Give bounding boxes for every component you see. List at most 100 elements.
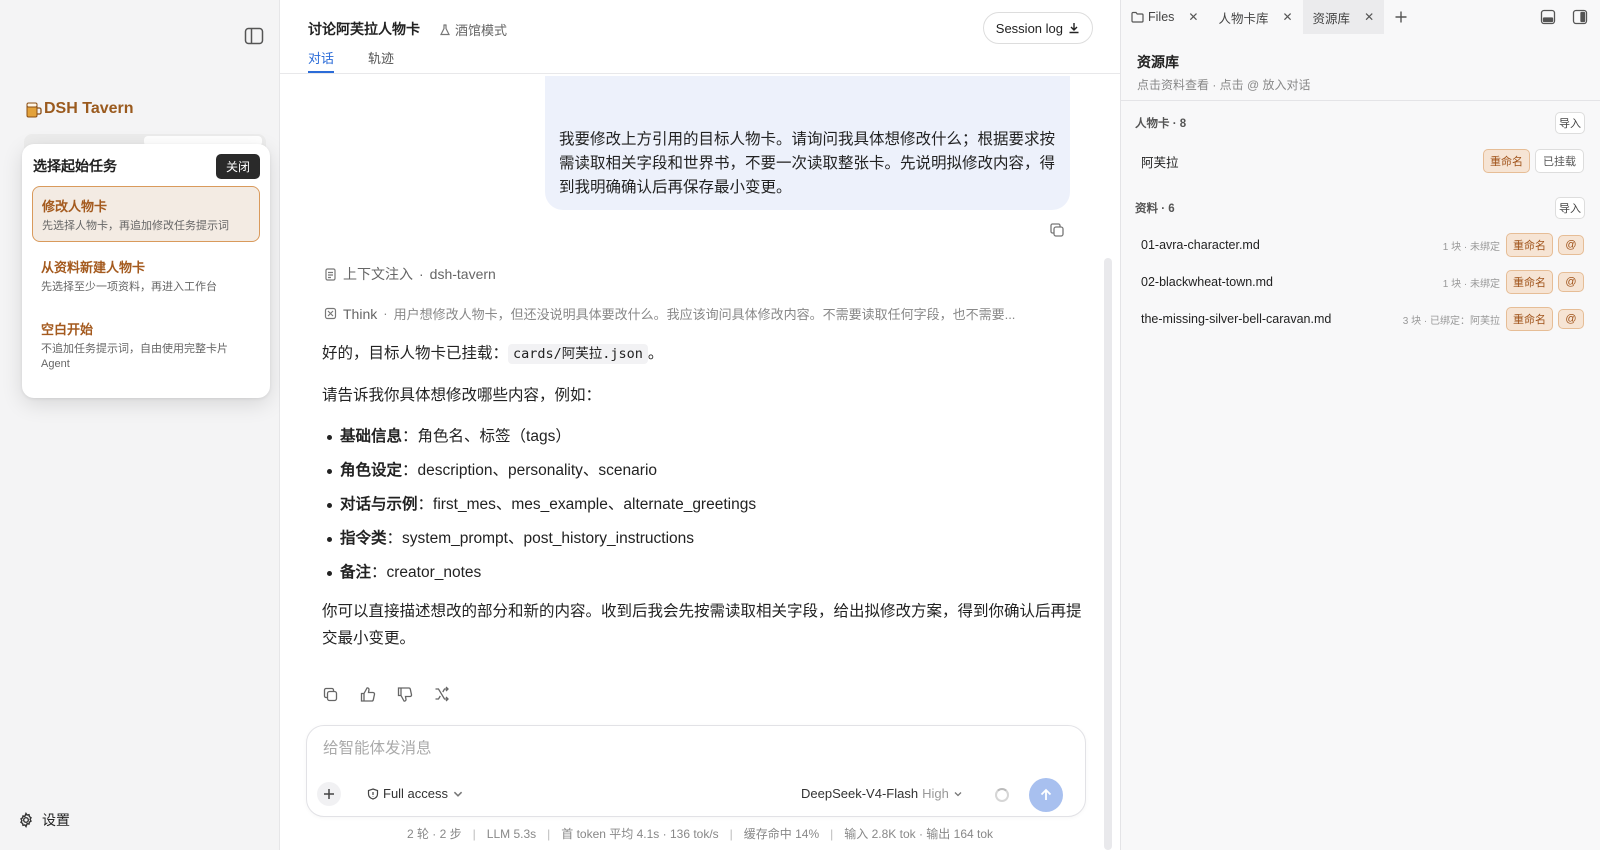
chevron-down-icon xyxy=(953,789,963,799)
session-log-button[interactable]: Session log xyxy=(982,12,1093,44)
arrow-up-icon xyxy=(1039,788,1053,802)
item-text: ：角色名、标签（tags） xyxy=(402,428,571,445)
sidebar-toggle-icon[interactable] xyxy=(244,27,264,45)
stat-tokens: 输入 2.8K tok · 输出 164 tok xyxy=(844,827,994,841)
materials-section-title: 资料 · 6 xyxy=(1135,203,1175,215)
material-name: 01-avra-character.md xyxy=(1141,238,1260,252)
beer-mug-icon xyxy=(26,100,42,118)
item-label: 基础信息 xyxy=(340,428,403,445)
mention-button[interactable]: @ xyxy=(1558,272,1584,292)
send-button[interactable] xyxy=(1029,778,1063,812)
message-input[interactable] xyxy=(323,740,1063,758)
material-name: 02-blackwheat-town.md xyxy=(1141,275,1274,289)
task-new-from-material[interactable]: 从资料新建人物卡 先选择至少一项资料，再进入工作台 xyxy=(32,248,260,304)
brand-logo: DSH Tavern xyxy=(26,100,134,118)
copy-icon[interactable] xyxy=(1049,222,1065,238)
start-task-popup: 选择起始任务 关闭 修改人物卡 先选择人物卡，再追加修改任务提示词 从资料新建人… xyxy=(22,144,270,398)
panel-tab-character-library[interactable]: 人物卡库 ✕ xyxy=(1208,0,1302,34)
new-tab-button[interactable] xyxy=(1384,0,1418,34)
bottom-panel-icon[interactable] xyxy=(1540,9,1556,25)
character-row[interactable]: 阿芙拉 重命名 已挂载 xyxy=(1141,149,1584,173)
scrollbar[interactable] xyxy=(1104,258,1112,850)
import-materials-button[interactable]: 导入 xyxy=(1555,197,1585,219)
material-row[interactable]: 02-blackwheat-town.md 1 块 · 未绑定 重命名 @ xyxy=(1141,270,1584,294)
task-blank-start[interactable]: 空白开始 不追加任务提示词，自由使用完整卡片 Agent xyxy=(32,310,260,370)
flask-icon xyxy=(439,23,451,36)
material-meta: 3 块 · 已绑定：阿芙拉 xyxy=(1402,315,1500,327)
close-icon[interactable]: ✕ xyxy=(1282,10,1292,24)
library-subtitle: 点击资料查看 · 点击 @ 放入对话 xyxy=(1137,78,1311,92)
material-row[interactable]: 01-avra-character.md 1 块 · 未绑定 重命名 @ xyxy=(1141,233,1584,257)
download-icon xyxy=(1068,22,1080,34)
separator-dot: · xyxy=(419,266,424,282)
task-desc: 先选择人物卡，再追加修改任务提示词 xyxy=(42,220,229,232)
thumbs-down-icon[interactable] xyxy=(396,686,413,703)
materials-section-header: 资料 · 6 导入 xyxy=(1135,197,1585,219)
assistant-reply: 好的，目标人物卡已挂载： cards/阿芙拉.json。 请告诉我你具体想修改哪些… xyxy=(322,340,1082,652)
close-icon[interactable]: ✕ xyxy=(1364,10,1374,24)
loading-spinner-icon xyxy=(995,788,1009,802)
document-icon xyxy=(324,267,337,281)
item-label: 备注 xyxy=(340,564,372,581)
chat-main: 讨论阿芙拉人物卡 酒馆模式 Session log 对话 轨迹 我要修改上方引用… xyxy=(280,0,1120,850)
attach-button[interactable] xyxy=(317,782,341,806)
rename-button[interactable]: 重命名 xyxy=(1483,149,1530,173)
import-characters-button[interactable]: 导入 xyxy=(1555,112,1585,134)
settings-label: 设置 xyxy=(42,812,70,828)
material-name: the-missing-silver-bell-caravan.md xyxy=(1141,312,1332,326)
shield-icon xyxy=(367,787,379,800)
material-row[interactable]: the-missing-silver-bell-caravan.md 3 块 ·… xyxy=(1141,307,1584,331)
thumbs-up-icon[interactable] xyxy=(359,686,376,703)
model-select[interactable]: DeepSeek-V4-Flash High xyxy=(801,786,963,801)
access-level-select[interactable]: Full access xyxy=(367,786,464,801)
panel-tab-files[interactable]: Files ✕ xyxy=(1121,0,1208,34)
access-label: Full access xyxy=(383,786,449,801)
item-text: ：creator_notes xyxy=(371,564,482,581)
brand-name: DSH Tavern xyxy=(44,100,134,117)
rename-button[interactable]: 重命名 xyxy=(1506,307,1553,331)
tab-label: 人物卡库 xyxy=(1218,11,1269,26)
tab-chat[interactable]: 对话 xyxy=(308,48,334,67)
tavern-mode-toggle[interactable]: 酒馆模式 xyxy=(439,20,507,39)
resource-panel: Files ✕ 人物卡库 ✕ 资源库 ✕ 资源库 点击资料查看 · 点击 @ 放… xyxy=(1120,0,1600,850)
model-level: High xyxy=(922,786,949,801)
context-injection-source: dsh-tavern xyxy=(429,266,496,282)
divider xyxy=(1121,100,1600,101)
chevron-down-icon xyxy=(452,788,464,800)
context-injection-label: 上下文注入 xyxy=(343,266,413,282)
copy-icon[interactable] xyxy=(322,686,339,703)
item-text: ：description、personality、scenario xyxy=(402,462,658,479)
close-icon[interactable]: ✕ xyxy=(1188,10,1198,24)
mention-button[interactable]: @ xyxy=(1558,235,1584,255)
popup-close-button[interactable]: 关闭 xyxy=(215,153,260,179)
tab-trace[interactable]: 轨迹 xyxy=(368,48,394,67)
settings-button[interactable]: 设置 xyxy=(18,810,70,830)
tab-label: Files xyxy=(1148,10,1175,24)
mention-button[interactable]: @ xyxy=(1558,309,1584,329)
attached-badge[interactable]: 已挂载 xyxy=(1535,149,1584,173)
list-item: 对话与示例：first_mes、mes_example、alternate_gr… xyxy=(322,488,1082,522)
panel-tab-resource-library[interactable]: 资源库 ✕ xyxy=(1302,0,1385,34)
right-panel-icon[interactable] xyxy=(1572,9,1588,25)
branch-icon[interactable] xyxy=(433,686,450,703)
plus-icon xyxy=(1395,11,1407,23)
context-injection[interactable]: 上下文注入 · dsh-tavern xyxy=(324,264,496,284)
reply-ask: 请告诉我你具体想修改哪些内容，例如： xyxy=(322,387,602,404)
stat-llm-time: LLM 5.3s xyxy=(486,827,537,841)
user-message-bubble: 我要修改上方引用的目标人物卡。请询问我具体想修改什么；根据要求按需读取相关字段和… xyxy=(545,76,1070,210)
rename-button[interactable]: 重命名 xyxy=(1506,270,1553,294)
task-edit-character[interactable]: 修改人物卡 先选择人物卡，再追加修改任务提示词 xyxy=(32,186,260,242)
rename-button[interactable]: 重命名 xyxy=(1506,233,1553,257)
left-sidebar: DSH Tavern 选择起始任务 关闭 修改人物卡 先选择人物卡，再追加修改任… xyxy=(0,0,280,850)
characters-section-header: 人物卡 · 8 导入 xyxy=(1135,112,1585,134)
field-list: 基础信息：角色名、标签（tags） 角色设定：description、perso… xyxy=(322,420,1082,590)
task-desc: 不追加任务提示词，自由使用完整卡片 Agent xyxy=(41,343,228,370)
reply-intro-text: 好的，目标人物卡已挂载： xyxy=(322,345,509,362)
item-text: ：first_mes、mes_example、alternate_greetin… xyxy=(417,496,757,513)
list-item: 基础信息：角色名、标签（tags） xyxy=(322,420,1082,454)
stat-rounds: 2 轮 · 2 步 xyxy=(406,827,462,841)
think-block[interactable]: Think · 用户想修改人物卡，但还没说明具体要改什么。我应该询问具体修改内容… xyxy=(324,304,1079,323)
gear-icon xyxy=(18,812,34,828)
layout-controls xyxy=(1540,9,1588,25)
message-composer: Full access DeepSeek-V4-Flash High xyxy=(306,725,1086,817)
